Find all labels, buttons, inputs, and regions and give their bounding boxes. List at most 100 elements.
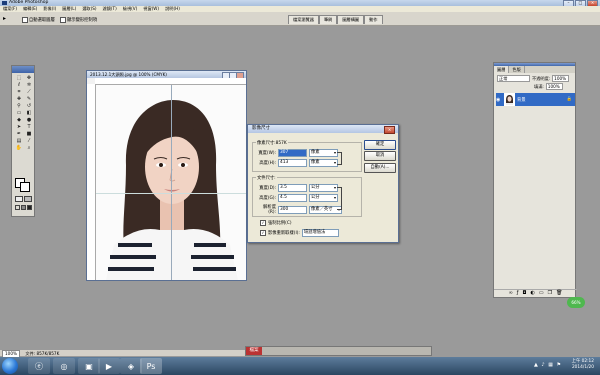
chrome-icon[interactable]: ◎ xyxy=(53,358,75,374)
tab-layers[interactable]: 圖層 xyxy=(494,66,510,73)
slice-tool-icon[interactable]: ⟋ xyxy=(24,89,34,96)
status-bubble: 66% xyxy=(567,297,585,308)
history-brush-icon[interactable]: ↺ xyxy=(24,103,34,110)
ie-icon[interactable]: ⓔ xyxy=(28,358,50,374)
cancel-button[interactable]: 取消 xyxy=(364,151,396,161)
eraser-tool-icon[interactable]: ▭ xyxy=(14,110,24,117)
tab-layer-comps[interactable]: 圖層構圖 xyxy=(337,15,365,24)
start-button[interactable] xyxy=(2,358,18,374)
doc-width-label: 寬度(D): xyxy=(259,186,276,191)
doc-height-input[interactable]: 4.5 xyxy=(278,194,307,202)
tab-file-browser[interactable]: 檔案瀏覽器 xyxy=(288,15,319,24)
opacity-input[interactable]: 100% xyxy=(552,75,570,82)
ok-button[interactable]: 確定 xyxy=(364,140,396,150)
dialog-title[interactable]: 影像尺寸 xyxy=(248,125,398,133)
fill-label: 填滿: xyxy=(534,83,544,89)
layers-panel: 圖層 色版 正常 不透明度: 100% 填滿: 100% ◉ 背景 🔒 ∞ ƒ … xyxy=(493,62,577,298)
resample-label: 影像重新取樣(I): xyxy=(268,231,300,236)
photoshop-taskbar-icon[interactable]: Ps xyxy=(140,358,162,374)
layer-row[interactable]: ◉ 背景 🔒 xyxy=(496,93,575,106)
lasso-tool-icon[interactable]: ℓ xyxy=(14,82,24,89)
auto-button[interactable]: 自動(A)... xyxy=(364,163,396,173)
pixel-height-input[interactable]: 413 xyxy=(278,159,307,167)
media-player-icon[interactable]: ▶ xyxy=(98,358,120,374)
dodge-tool-icon[interactable]: ● xyxy=(24,117,34,124)
pixel-height-unit-select[interactable]: 像素 xyxy=(309,159,338,167)
image-canvas[interactable] xyxy=(96,85,246,280)
constrain-proportions-label: 強制比例(C) xyxy=(268,221,292,226)
app-icon[interactable]: ◈ xyxy=(120,358,142,374)
gradient-tool-icon[interactable]: ◧ xyxy=(24,110,34,117)
folder-icon[interactable]: ▣ xyxy=(78,358,100,374)
zoom-tool-icon[interactable]: ⌕ xyxy=(24,145,34,152)
crop-tool-icon[interactable]: ⌗ xyxy=(14,89,24,96)
add-mask-icon[interactable]: ◘ xyxy=(523,290,527,297)
checkbox-icon xyxy=(60,17,66,23)
blend-mode-select[interactable]: 正常 xyxy=(497,75,530,82)
resample-method-select[interactable]: 環迴增值法 xyxy=(301,229,339,237)
tray-label[interactable]: 檔案 xyxy=(246,347,262,355)
horizontal-guide[interactable] xyxy=(96,193,246,194)
visibility-eye-icon[interactable]: ◉ xyxy=(496,97,502,103)
eyedropper-tool-icon[interactable]: ⁄ xyxy=(24,138,34,145)
move-tool-icon[interactable]: ✥ xyxy=(24,75,34,82)
layer-name: 背景 xyxy=(517,97,526,103)
photoshop-logo-icon xyxy=(2,1,7,5)
pixel-height-label: 高度(H): xyxy=(259,161,276,166)
pen-tool-icon[interactable]: ✒ xyxy=(14,131,24,138)
hand-tool-icon[interactable]: ✋ xyxy=(14,145,24,152)
delete-layer-icon[interactable]: 🗑 xyxy=(556,290,562,297)
background-color-swatch[interactable] xyxy=(20,182,30,192)
file-tray: 檔案 xyxy=(245,346,432,356)
fill-input[interactable]: 100% xyxy=(545,83,563,90)
screen-mode-full-menu-icon[interactable] xyxy=(21,205,26,210)
dialog-close-button[interactable]: × xyxy=(384,126,395,134)
new-group-icon[interactable]: ▭ xyxy=(539,290,544,297)
vertical-guide[interactable] xyxy=(171,85,172,280)
link-layers-icon[interactable]: ∞ xyxy=(509,290,513,297)
pixel-dimensions-group: 像素尺寸:857K 寬度(W): 307 像素 高度(H): 413 像素 xyxy=(252,140,362,172)
tab-channels[interactable]: 色版 xyxy=(509,66,525,73)
screen-mode-standard-icon[interactable] xyxy=(15,205,20,210)
resolution-label: 解析度(R): xyxy=(263,205,276,215)
marquee-tool-icon[interactable]: ⬚ xyxy=(14,75,24,82)
resolution-input[interactable]: 300 xyxy=(278,205,307,214)
magic-wand-tool-icon[interactable]: ✲ xyxy=(24,82,34,89)
show-transform-checkbox[interactable]: 顯示變形控制項 xyxy=(60,17,97,23)
blur-tool-icon[interactable]: ◆ xyxy=(14,117,24,124)
pixel-width-label: 寬度(W): xyxy=(258,151,276,156)
brush-tool-icon[interactable]: ✎ xyxy=(24,96,34,103)
healing-tool-icon[interactable]: ✚ xyxy=(14,96,24,103)
quick-mask-on-icon[interactable] xyxy=(24,196,32,202)
auto-select-checkbox[interactable]: 自動選取圖層 xyxy=(22,17,55,23)
doc-height-unit-select[interactable]: 公分 xyxy=(309,194,338,202)
link-bracket-icon xyxy=(337,187,342,210)
document-info: 文件: 857K/857K xyxy=(25,351,60,356)
new-layer-icon[interactable]: ❐ xyxy=(548,290,552,297)
auto-select-label: 自動選取圖層 xyxy=(29,18,55,23)
path-select-icon[interactable]: ➤ xyxy=(14,124,24,131)
pixel-width-input[interactable]: 307 xyxy=(278,149,307,157)
doc-width-unit-select[interactable]: 公分 xyxy=(309,184,338,192)
shape-tool-icon[interactable]: ■ xyxy=(24,131,34,138)
system-tray-icons[interactable]: ▲ ♪ ▦ ⚑ xyxy=(534,362,562,368)
stamp-tool-icon[interactable]: ⚲ xyxy=(14,103,24,110)
pixel-width-unit-select[interactable]: 像素 xyxy=(309,149,338,157)
doc-width-input[interactable]: 3.5 xyxy=(278,184,307,192)
quick-mask-off-icon[interactable] xyxy=(15,196,23,202)
clock[interactable]: 上午 02:12 2014/1/20 xyxy=(572,359,594,371)
screen-mode-full-icon[interactable] xyxy=(27,205,32,210)
constrain-proportions-checkbox[interactable]: ✓ 強制比例(C) xyxy=(260,220,292,226)
tab-brushes[interactable]: 筆刷 xyxy=(318,15,338,24)
tab-actions[interactable]: 動作 xyxy=(364,15,383,24)
checkmark-icon: ✓ xyxy=(260,230,266,236)
toolbox-header[interactable] xyxy=(12,66,34,73)
notes-tool-icon[interactable]: ▤ xyxy=(14,138,24,145)
resample-checkbox[interactable]: ✓ 影像重新取樣(I): 環迴增值法 xyxy=(260,229,339,237)
document-size-label: 文件尺寸: xyxy=(256,175,277,181)
layer-style-icon[interactable]: ƒ xyxy=(517,290,519,297)
doc-height-label: 高度(G): xyxy=(259,196,276,201)
move-tool-icon[interactable]: ▸ xyxy=(3,15,6,22)
new-fill-layer-icon[interactable]: ◐ xyxy=(530,290,534,297)
type-tool-icon[interactable]: T xyxy=(24,124,34,131)
